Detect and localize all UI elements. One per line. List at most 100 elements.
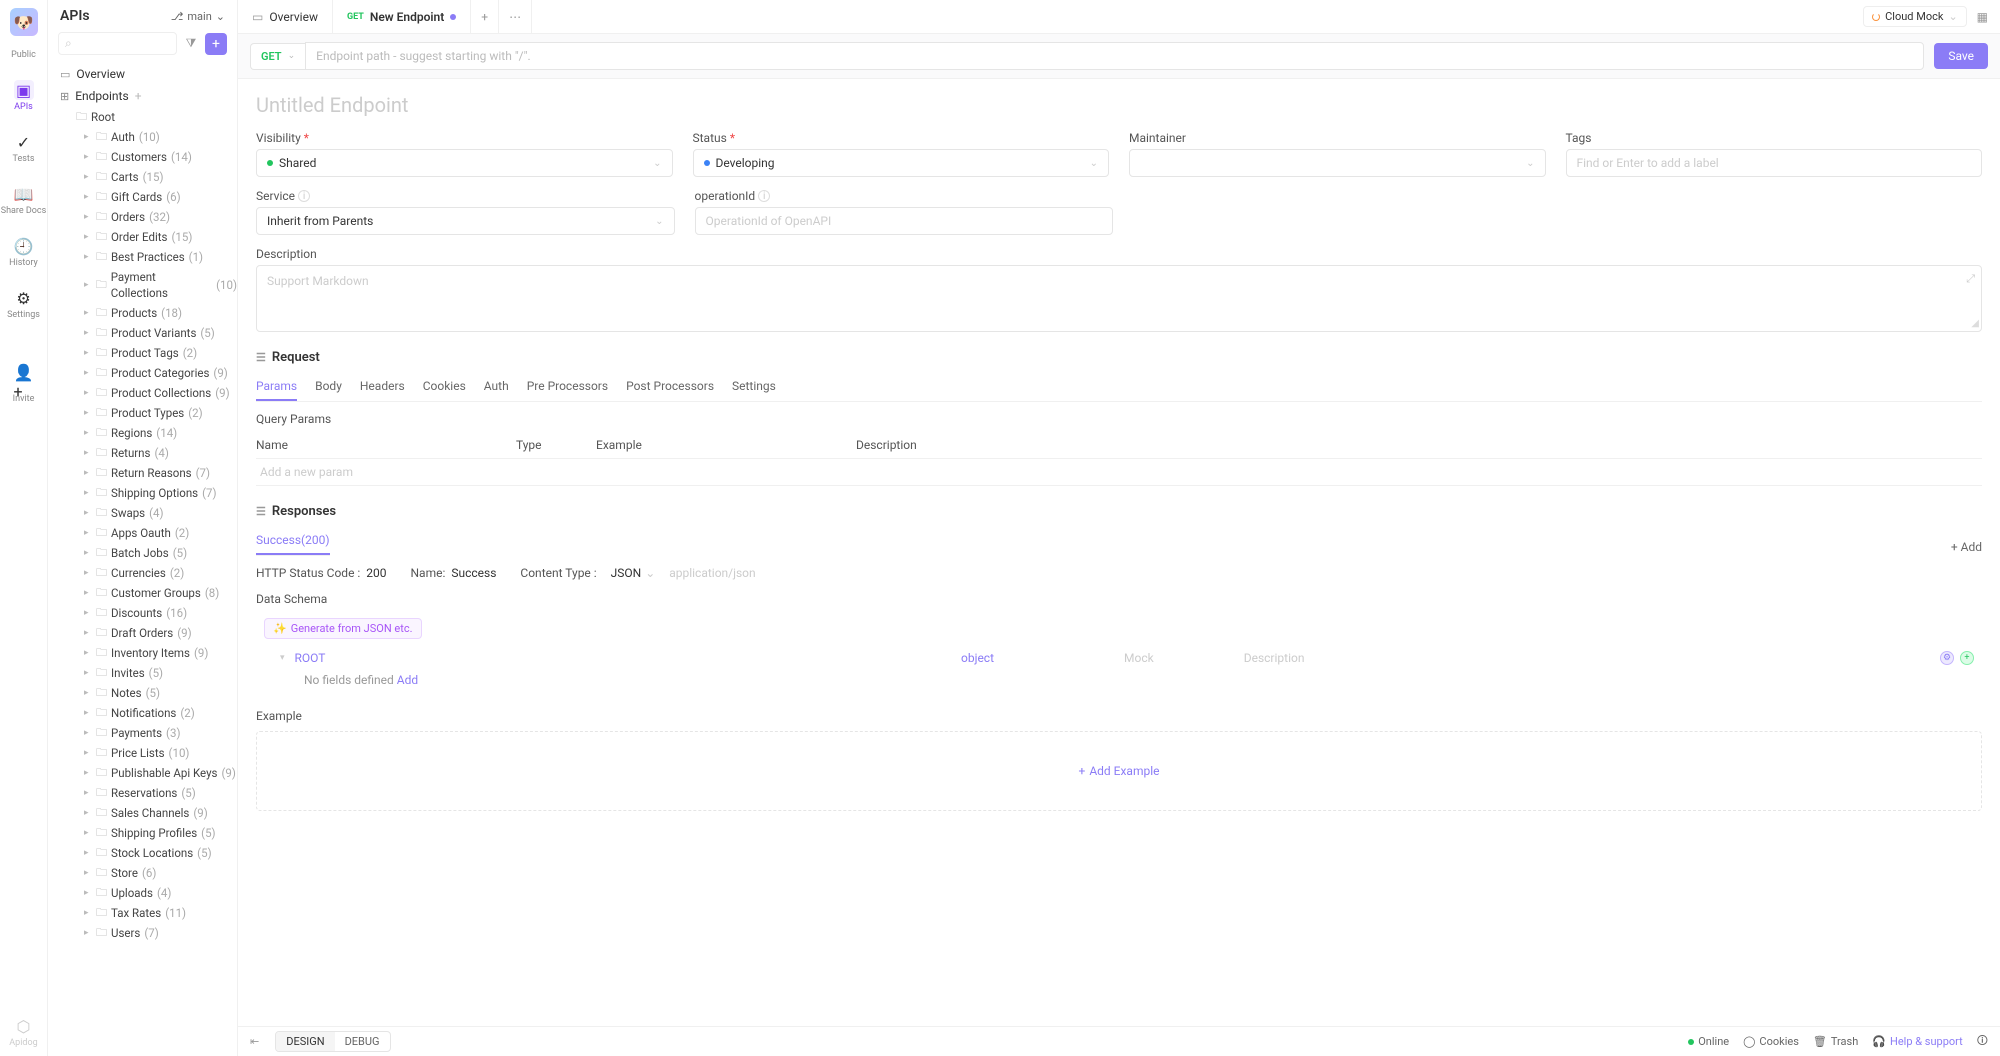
- search-input-wrap[interactable]: ⌕: [58, 32, 177, 55]
- rail-settings[interactable]: ⚙Settings: [0, 284, 47, 324]
- tree-folder[interactable]: ▸🗀Product Collections (9): [48, 383, 237, 403]
- filter-button[interactable]: ⧩: [183, 36, 199, 51]
- schema-settings-icon[interactable]: ⚙: [1940, 651, 1954, 665]
- tree-folder[interactable]: ▸🗀Product Categories (9): [48, 363, 237, 383]
- rail-share-docs[interactable]: 📖Share Docs: [0, 180, 47, 220]
- tree-folder[interactable]: ▸🗀Draft Orders (9): [48, 623, 237, 643]
- tree-folder[interactable]: ▸🗀Notes (5): [48, 683, 237, 703]
- tab-new-endpoint[interactable]: GETNew Endpoint: [333, 0, 471, 33]
- tree-folder[interactable]: ▸🗀Gift Cards (6): [48, 187, 237, 207]
- rail-invite[interactable]: 👤+Invite: [0, 368, 47, 408]
- info-icon[interactable]: i: [758, 190, 770, 202]
- collapse-panel-icon[interactable]: ⇤: [250, 1035, 259, 1048]
- search-input[interactable]: [72, 37, 170, 50]
- tree-folder[interactable]: ▸🗀Customers (14): [48, 147, 237, 167]
- tab-overview[interactable]: ▭Overview: [238, 0, 333, 33]
- tree-folder[interactable]: ▸🗀Uploads (4): [48, 883, 237, 903]
- tree-folder[interactable]: ▸🗀Payments (3): [48, 723, 237, 743]
- tree-folder[interactable]: ▸🗀Publishable Api Keys (9): [48, 763, 237, 783]
- tree-folder[interactable]: ▸🗀Currencies (2): [48, 563, 237, 583]
- tree-folder[interactable]: ▸🗀Users (7): [48, 923, 237, 943]
- tree-folder[interactable]: ▸🗀Batch Jobs (5): [48, 543, 237, 563]
- branch-selector[interactable]: ⎇main⌄: [171, 10, 225, 23]
- subtab-auth[interactable]: Auth: [484, 373, 509, 401]
- service-select[interactable]: Inherit from Parents⌄: [256, 207, 675, 235]
- endpoint-title[interactable]: Untitled Endpoint: [256, 93, 1982, 117]
- schema-root-row[interactable]: ▾ ROOT object Mock Description ⚙+: [256, 647, 1982, 669]
- tree-folder[interactable]: ▸🗀Best Practices (1): [48, 247, 237, 267]
- tree-folder[interactable]: ▸🗀Payment Collections (10): [48, 267, 237, 303]
- tree-folder[interactable]: ▸🗀Apps Oauth (2): [48, 523, 237, 543]
- tab-more-button[interactable]: ⋯: [499, 0, 532, 33]
- cloud-mock-button[interactable]: Cloud Mock⌄: [1863, 6, 1967, 27]
- new-tab-button[interactable]: +: [471, 0, 499, 33]
- subtab-pre-processors[interactable]: Pre Processors: [527, 373, 608, 401]
- tree-folder[interactable]: ▸🗀Tax Rates (11): [48, 903, 237, 923]
- description-box[interactable]: ⤢ ◢: [256, 265, 1982, 332]
- operationid-input[interactable]: [706, 214, 1103, 228]
- subtab-headers[interactable]: Headers: [360, 373, 405, 401]
- description-input[interactable]: [267, 274, 1971, 320]
- app-logo[interactable]: 🐶: [10, 8, 38, 36]
- add-response-button[interactable]: +Add: [1951, 540, 1982, 554]
- visibility-select[interactable]: Shared⌄: [256, 149, 673, 177]
- http-status-value[interactable]: 200: [366, 566, 386, 580]
- tree-folder[interactable]: ▸🗀Product Types (2): [48, 403, 237, 423]
- response-tab-success[interactable]: Success(200): [256, 527, 330, 555]
- tree-folder[interactable]: ▸🗀Stock Locations (5): [48, 843, 237, 863]
- content-type-select[interactable]: Content Type : JSON⌄ application/json: [520, 566, 755, 580]
- rail-apis[interactable]: ▣APIs: [0, 76, 47, 116]
- add-param-row[interactable]: Add a new param: [256, 459, 1982, 486]
- save-button[interactable]: Save: [1934, 43, 1988, 69]
- operationid-input-wrap[interactable]: [695, 207, 1114, 235]
- subtab-cookies[interactable]: Cookies: [423, 373, 466, 401]
- info-icon[interactable]: i: [298, 190, 310, 202]
- tree-folder[interactable]: ▸🗀Orders (32): [48, 207, 237, 227]
- tree-folder[interactable]: ▸🗀Sales Channels (9): [48, 803, 237, 823]
- schema-add-icon[interactable]: +: [1960, 651, 1974, 665]
- expand-icon[interactable]: ⤢: [1966, 272, 1975, 286]
- maintainer-select[interactable]: ⌄: [1129, 149, 1546, 177]
- subtab-body[interactable]: Body: [315, 373, 342, 401]
- method-select[interactable]: GET⌄: [250, 43, 305, 70]
- schema-root-type[interactable]: object: [961, 651, 994, 665]
- notifications-button[interactable]: 🛈: [1977, 1032, 1988, 1051]
- url-input[interactable]: [316, 49, 1913, 63]
- sidebar-endpoints[interactable]: ⊞Endpoints+: [48, 85, 237, 107]
- online-status[interactable]: Online: [1688, 1035, 1729, 1048]
- add-example-button[interactable]: +Add Example: [1079, 764, 1160, 778]
- subtab-post-processors[interactable]: Post Processors: [626, 373, 714, 401]
- caret-icon[interactable]: ▾: [280, 653, 285, 663]
- tree-folder[interactable]: ▸🗀Regions (14): [48, 423, 237, 443]
- add-button[interactable]: +: [205, 33, 227, 55]
- tree-folder[interactable]: ▸🗀Shipping Options (7): [48, 483, 237, 503]
- sidebar-overview[interactable]: ▭Overview: [48, 63, 237, 85]
- tree-folder[interactable]: ▸🗀Notifications (2): [48, 703, 237, 723]
- tree-folder[interactable]: ▸🗀Store (6): [48, 863, 237, 883]
- subtab-params[interactable]: Params: [256, 373, 297, 401]
- add-field-link[interactable]: Add: [397, 673, 418, 687]
- tree-folder[interactable]: ▸🗀Invites (5): [48, 663, 237, 683]
- mode-debug[interactable]: DEBUG: [335, 1032, 390, 1051]
- layout-grid-button[interactable]: ▦: [1977, 10, 1988, 24]
- tags-input-wrap[interactable]: [1566, 149, 1983, 177]
- mode-design[interactable]: DESIGN: [276, 1032, 334, 1051]
- tree-folder[interactable]: ▸🗀Reservations (5): [48, 783, 237, 803]
- tree-folder[interactable]: ▸🗀Product Tags (2): [48, 343, 237, 363]
- resize-handle-icon[interactable]: ◢: [1971, 318, 1979, 329]
- tree-folder[interactable]: ▸🗀Auth (10): [48, 127, 237, 147]
- subtab-settings[interactable]: Settings: [732, 373, 776, 401]
- tree-folder[interactable]: ▸🗀Price Lists (10): [48, 743, 237, 763]
- tree-root[interactable]: 🗀Root: [48, 107, 237, 127]
- tree-folder[interactable]: ▸🗀Discounts (16): [48, 603, 237, 623]
- tree-folder[interactable]: ▸🗀Shipping Profiles (5): [48, 823, 237, 843]
- trash-button[interactable]: 🗑Trash: [1813, 1035, 1858, 1048]
- status-select[interactable]: Developing⌄: [693, 149, 1110, 177]
- resp-name-value[interactable]: Success: [451, 566, 496, 580]
- cookies-button[interactable]: ◯Cookies: [1743, 1035, 1799, 1048]
- tree-folder[interactable]: ▸🗀Order Edits (15): [48, 227, 237, 247]
- help-button[interactable]: 🎧Help & support: [1872, 1035, 1963, 1048]
- tags-input[interactable]: [1577, 156, 1972, 170]
- generate-from-json-button[interactable]: ✨Generate from JSON etc.: [264, 618, 422, 639]
- tree-folder[interactable]: ▸🗀Product Variants (5): [48, 323, 237, 343]
